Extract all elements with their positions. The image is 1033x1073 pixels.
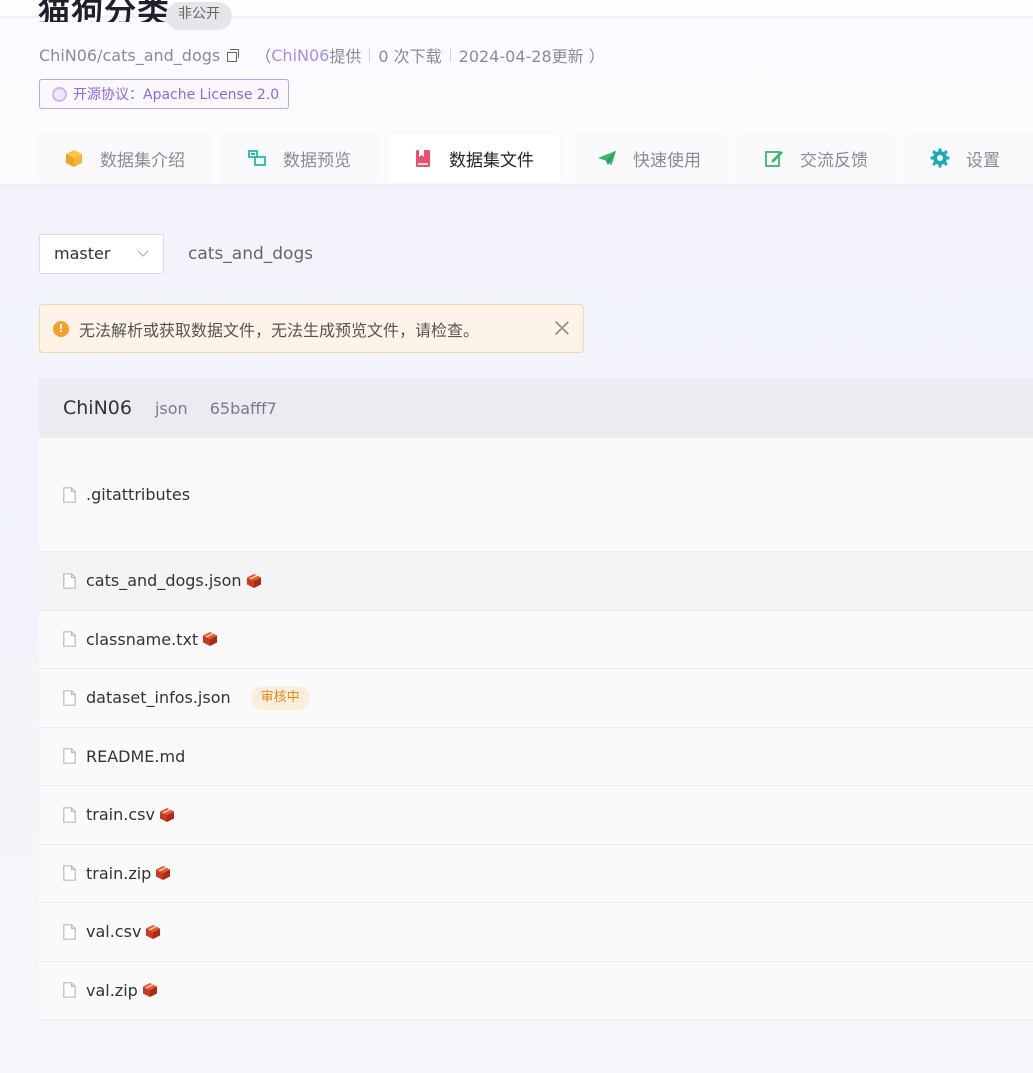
dataset-tabs: 数据集介绍 数据预览 数据集文件 快速使用 交流反馈 设置 bbox=[39, 134, 1033, 184]
review-status-badge: 审核中 bbox=[250, 685, 310, 710]
tab-feedback[interactable]: 交流反馈 bbox=[739, 134, 894, 182]
tab-files[interactable]: 数据集文件 bbox=[388, 134, 560, 182]
book-icon bbox=[413, 148, 433, 168]
file-name[interactable]: classname.txt bbox=[86, 630, 198, 649]
file-row[interactable]: train.csv bbox=[39, 786, 1033, 845]
file-row[interactable]: classname.txt bbox=[39, 610, 1033, 669]
tab-label: 数据预览 bbox=[283, 150, 351, 171]
license-icon bbox=[52, 86, 67, 102]
file-name[interactable]: val.zip bbox=[86, 981, 138, 1000]
tab-quickstart[interactable]: 快速使用 bbox=[572, 134, 727, 182]
commit-author[interactable]: ChiN06 bbox=[63, 397, 132, 419]
file-name[interactable]: val.csv bbox=[86, 922, 141, 941]
tab-label: 交流反馈 bbox=[800, 150, 868, 171]
file-name[interactable]: cats_and_dogs.json bbox=[86, 571, 242, 590]
lfs-package-icon bbox=[156, 866, 171, 881]
file-name[interactable]: .gitattributes bbox=[86, 485, 190, 504]
file-icon bbox=[63, 572, 76, 589]
warning-icon: ! bbox=[53, 320, 69, 337]
tab-intro[interactable]: 数据集介绍 bbox=[39, 134, 210, 182]
tab-preview[interactable]: 数据预览 bbox=[222, 134, 376, 182]
file-row[interactable]: README.md bbox=[39, 727, 1033, 786]
lfs-package-icon bbox=[146, 924, 161, 939]
copy-icon[interactable] bbox=[227, 49, 240, 62]
edit-icon bbox=[764, 148, 784, 168]
file-icon bbox=[63, 486, 76, 503]
breadcrumb: cats_and_dogs bbox=[188, 244, 314, 264]
paper-plane-icon bbox=[597, 148, 617, 168]
file-row[interactable]: val.csv bbox=[39, 903, 1033, 962]
alert-message: 无法解析或获取数据文件，无法生成预览文件，请检查。 bbox=[79, 320, 480, 340]
file-name[interactable]: README.md bbox=[86, 747, 185, 766]
tab-label: 设置 bbox=[966, 150, 1000, 171]
file-icon bbox=[63, 631, 76, 648]
branch-select[interactable]: master bbox=[39, 234, 164, 274]
license-label: 开源协议：Apache License 2.0 bbox=[73, 87, 280, 103]
updated-date: 2024-04-28更新 ） bbox=[458, 47, 605, 66]
dataset-title: 猫狗分类 bbox=[38, 0, 171, 22]
warning-alert: ! 无法解析或获取数据文件，无法生成预览文件，请检查。 bbox=[39, 304, 584, 353]
tab-settings[interactable]: 设置 bbox=[906, 134, 1033, 182]
gear-icon bbox=[930, 148, 950, 168]
repo-path: ChiN06/cats_and_dogs bbox=[39, 45, 221, 65]
meta-open-paren: （ bbox=[255, 47, 272, 66]
download-count: 0 次下载 bbox=[378, 47, 442, 66]
file-icon bbox=[63, 923, 76, 940]
meta-divider bbox=[369, 48, 371, 62]
commit-message: json bbox=[154, 398, 188, 418]
file-icon bbox=[63, 865, 76, 882]
latest-commit-bar: ChiN06 json 65bafff7 bbox=[39, 378, 1033, 438]
file-row[interactable]: dataset_infos.json 审核中 bbox=[39, 669, 1033, 728]
close-icon[interactable] bbox=[553, 319, 571, 337]
license-badge[interactable]: 开源协议：Apache License 2.0 bbox=[39, 79, 290, 109]
lfs-package-icon bbox=[142, 983, 157, 998]
file-icon bbox=[63, 689, 76, 706]
dataset-meta: ChiN06/cats_and_dogs （ ChiN06 提供 0 次下载 2… bbox=[39, 43, 605, 67]
file-row[interactable]: cats_and_dogs.json bbox=[39, 552, 1033, 611]
commit-hash[interactable]: 65bafff7 bbox=[210, 399, 277, 418]
lfs-package-icon bbox=[246, 573, 261, 588]
box-icon bbox=[64, 148, 84, 168]
file-icon bbox=[63, 982, 76, 999]
tab-label: 数据集介绍 bbox=[100, 150, 185, 171]
file-list: .gitattributes cats_and_dogs.json classn… bbox=[39, 438, 1033, 1020]
branch-value: master bbox=[54, 244, 111, 263]
file-name[interactable]: train.zip bbox=[86, 864, 151, 883]
tab-label: 快速使用 bbox=[633, 150, 701, 171]
meta-divider bbox=[449, 48, 451, 62]
file-icon bbox=[63, 806, 76, 823]
provider-suffix: 提供 bbox=[329, 47, 362, 66]
file-name[interactable]: dataset_infos.json bbox=[86, 688, 231, 707]
provider-link[interactable]: ChiN06 bbox=[271, 46, 329, 65]
lfs-package-icon bbox=[203, 632, 218, 647]
file-icon bbox=[63, 748, 76, 765]
tab-label: 数据集文件 bbox=[449, 150, 534, 171]
file-row[interactable]: val.zip bbox=[39, 961, 1033, 1020]
file-name[interactable]: train.csv bbox=[86, 805, 155, 824]
visibility-badge: 非公开 bbox=[166, 2, 232, 30]
preview-icon bbox=[247, 148, 267, 168]
dataset-header: 猫狗分类 非公开 ChiN06/cats_and_dogs （ ChiN06 提… bbox=[0, 0, 1033, 184]
chevron-down-icon bbox=[137, 245, 149, 257]
file-row[interactable]: .gitattributes bbox=[39, 438, 1033, 552]
file-row[interactable]: train.zip bbox=[39, 844, 1033, 903]
lfs-package-icon bbox=[159, 807, 174, 822]
